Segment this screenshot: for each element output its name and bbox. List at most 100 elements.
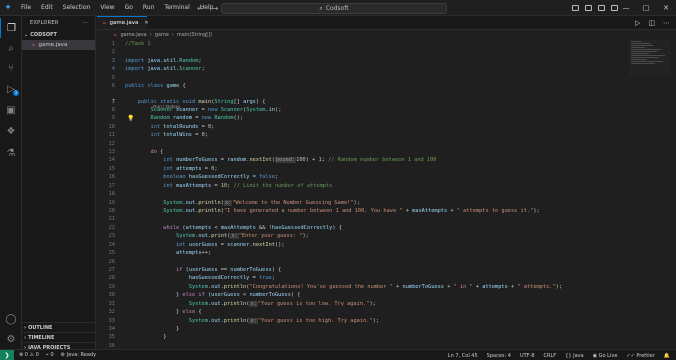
split-editor-icon[interactable]: ◫ — [648, 19, 655, 27]
line-text: Scanner scanner = new Scanner(System.in)… — [150, 106, 282, 113]
run-icon[interactable]: ▷ — [635, 19, 640, 27]
code-line[interactable]: 31 System.out.println(x:"Your guess is t… — [97, 300, 627, 308]
code-line[interactable]: 27 if (userGuess == numberToGuess) { — [97, 266, 627, 274]
testing-icon[interactable]: ⚗ — [0, 143, 22, 163]
line-number: 23 — [108, 233, 115, 240]
code-line[interactable]: 26 — [97, 258, 627, 266]
editor-scrollbar[interactable] — [672, 40, 676, 349]
run-debug-codelens[interactable]: Run | Debug — [153, 105, 180, 110]
code-line[interactable]: 11 int totalWins = 0; — [97, 131, 627, 139]
menu-terminal[interactable]: Terminal — [159, 0, 194, 16]
code-line[interactable]: 15 int attempts = 0; — [97, 165, 627, 173]
file-item-game-java[interactable]: ☕ game.java — [22, 40, 95, 50]
code-line[interactable]: 25 attempts++; — [97, 249, 627, 257]
code-line[interactable]: 4 import java.util.Scanner; — [97, 65, 627, 73]
code-line[interactable]: 13 do { — [97, 148, 627, 156]
code-line[interactable]: 16 boolean hasGuessedCorrectly = false; — [97, 173, 627, 181]
code-line[interactable]: 24 int userGuess = scanner.nextInt(); — [97, 241, 627, 249]
back-arrow-icon[interactable]: ← — [197, 4, 204, 13]
breadcrumb-class[interactable]: game — [155, 32, 169, 38]
remote-explorer-icon[interactable]: ▣ — [0, 100, 22, 120]
problems-status[interactable]: ⊗ 0 ⚠ 0 — [19, 352, 39, 358]
line-text: int maxAttempts = 10; // Limit the numbe… — [163, 182, 333, 189]
menu-go[interactable]: Go — [120, 0, 138, 16]
source-control-icon[interactable]: ⑂ — [0, 58, 22, 78]
menu-selection[interactable]: Selection — [58, 0, 96, 16]
maximize-icon[interactable]: □ — [636, 4, 656, 12]
extensions-icon[interactable]: ❖ — [0, 121, 22, 141]
line-text: int totalWins = 0; — [150, 132, 208, 139]
code-line[interactable]: 9 Random random = new Random(); — [97, 114, 627, 122]
code-line[interactable]: 14 int numberToGuess = random.nextInt(bo… — [97, 156, 627, 164]
more-actions-icon[interactable]: ⋯ — [83, 20, 88, 26]
language-mode[interactable]: {} Java — [565, 353, 584, 359]
code-line[interactable]: 35 } — [97, 333, 627, 341]
menu-file[interactable]: File — [16, 0, 36, 16]
code-line[interactable]: 17 int maxAttempts = 10; // Limit the nu… — [97, 182, 627, 190]
code-line[interactable]: 29 System.out.println("Congratulations! … — [97, 283, 627, 291]
end-of-line[interactable]: CRLF — [544, 353, 557, 359]
workspace-folder[interactable]: ⌄ CODSOFT — [22, 30, 95, 40]
menu-edit[interactable]: Edit — [36, 0, 58, 16]
code-line[interactable]: 28 hasGuessedCorrectly = true; — [97, 274, 627, 282]
encoding[interactable]: UTF-8 — [520, 353, 535, 359]
outline-section[interactable]: › OUTLINE — [22, 322, 96, 332]
line-text: boolean hasGuessedCorrectly = false; — [163, 174, 279, 181]
code-line[interactable]: 34 } — [97, 325, 627, 333]
menu-run[interactable]: Run — [138, 0, 160, 16]
file-name: game.java — [38, 42, 68, 48]
more-actions-icon[interactable]: ⋯ — [663, 19, 670, 27]
code-line[interactable]: 19 System.out.println(x:"Welcome to the … — [97, 199, 627, 207]
toggle-secondary-sidebar-icon[interactable] — [598, 5, 605, 11]
code-line[interactable]: 18 — [97, 190, 627, 198]
toggle-sidebar-icon[interactable] — [572, 5, 579, 11]
command-center-search[interactable]: ⌕ Codsoft — [221, 3, 447, 14]
java-status[interactable]: ⚙ Java: Ready — [61, 352, 96, 358]
close-window-icon[interactable]: ✕ — [656, 4, 676, 12]
code-line[interactable]: 2 — [97, 48, 627, 56]
timeline-section[interactable]: › TIMELINE — [22, 332, 96, 342]
notifications-bell-icon[interactable]: 🔔 — [664, 353, 670, 359]
search-view-icon[interactable]: ⌕ — [0, 38, 22, 58]
indentation[interactable]: Spaces: 4 — [487, 353, 511, 359]
code-line[interactable]: 5 — [97, 74, 627, 82]
code-line[interactable]: 12 — [97, 140, 627, 148]
explorer-title: EXPLORER — [30, 20, 59, 26]
code-line[interactable]: 30 } else if (userGuess < numberToGuess)… — [97, 291, 627, 299]
breadcrumb-file[interactable]: game.java — [120, 32, 146, 38]
code-line[interactable]: 1 //Task 1 — [97, 40, 627, 48]
forward-arrow-icon[interactable]: → — [212, 4, 219, 13]
prettier[interactable]: ✓✓ Prettier — [626, 353, 654, 359]
go-live[interactable]: ◉ Go Live — [593, 353, 618, 359]
lightbulb-icon[interactable]: 💡 — [127, 115, 134, 122]
code-line[interactable]: 23 System.out.print(s:"Enter your guess:… — [97, 232, 627, 240]
code-editor[interactable]: 1 //Task 1 2 3 import java.util.Random; 4 impo… — [97, 40, 627, 350]
code-line[interactable]: 6 public class game { — [97, 82, 627, 90]
ports-status[interactable]: ⌁ 0 — [46, 352, 54, 358]
settings-gear-icon[interactable]: ⚙ — [0, 329, 22, 349]
line-number: 11 — [108, 132, 115, 139]
breadcrumb-method[interactable]: main(String[]) — [177, 32, 212, 38]
line-number: 6 — [111, 83, 115, 90]
remote-indicator-icon[interactable]: ❯ — [0, 349, 14, 360]
menu-view[interactable]: View — [95, 0, 119, 16]
code-line[interactable]: 10 int totalRounds = 0; — [97, 123, 627, 131]
line-number: 16 — [108, 174, 115, 181]
code-line[interactable]: 22 while (attempts < maxAttempts && !has… — [97, 224, 627, 232]
cursor-position[interactable]: Ln 7, Col 45 — [448, 353, 478, 359]
toggle-panel-icon[interactable] — [585, 5, 592, 11]
account-icon[interactable]: ◯ — [0, 309, 22, 329]
line-number: 22 — [108, 224, 115, 231]
code-line[interactable]: 21 — [97, 215, 627, 223]
line-number: 3 — [111, 57, 115, 64]
close-tab-icon[interactable]: ✕ — [144, 20, 148, 26]
run-debug-icon[interactable]: ▷ 1 — [0, 79, 22, 99]
minimap[interactable] — [629, 40, 671, 76]
explorer-icon[interactable]: ❐ — [0, 18, 22, 38]
minimize-icon[interactable]: — — [616, 4, 636, 12]
code-line[interactable]: 3 import java.util.Random; — [97, 57, 627, 65]
code-line[interactable]: 20 System.out.println("I have generated … — [97, 207, 627, 215]
tab-game-java[interactable]: ☕ game.java ✕ — [97, 16, 149, 29]
code-line[interactable]: 32 } else { — [97, 308, 627, 316]
code-line[interactable]: 33 System.out.println(x:"Your guess is t… — [97, 317, 627, 325]
